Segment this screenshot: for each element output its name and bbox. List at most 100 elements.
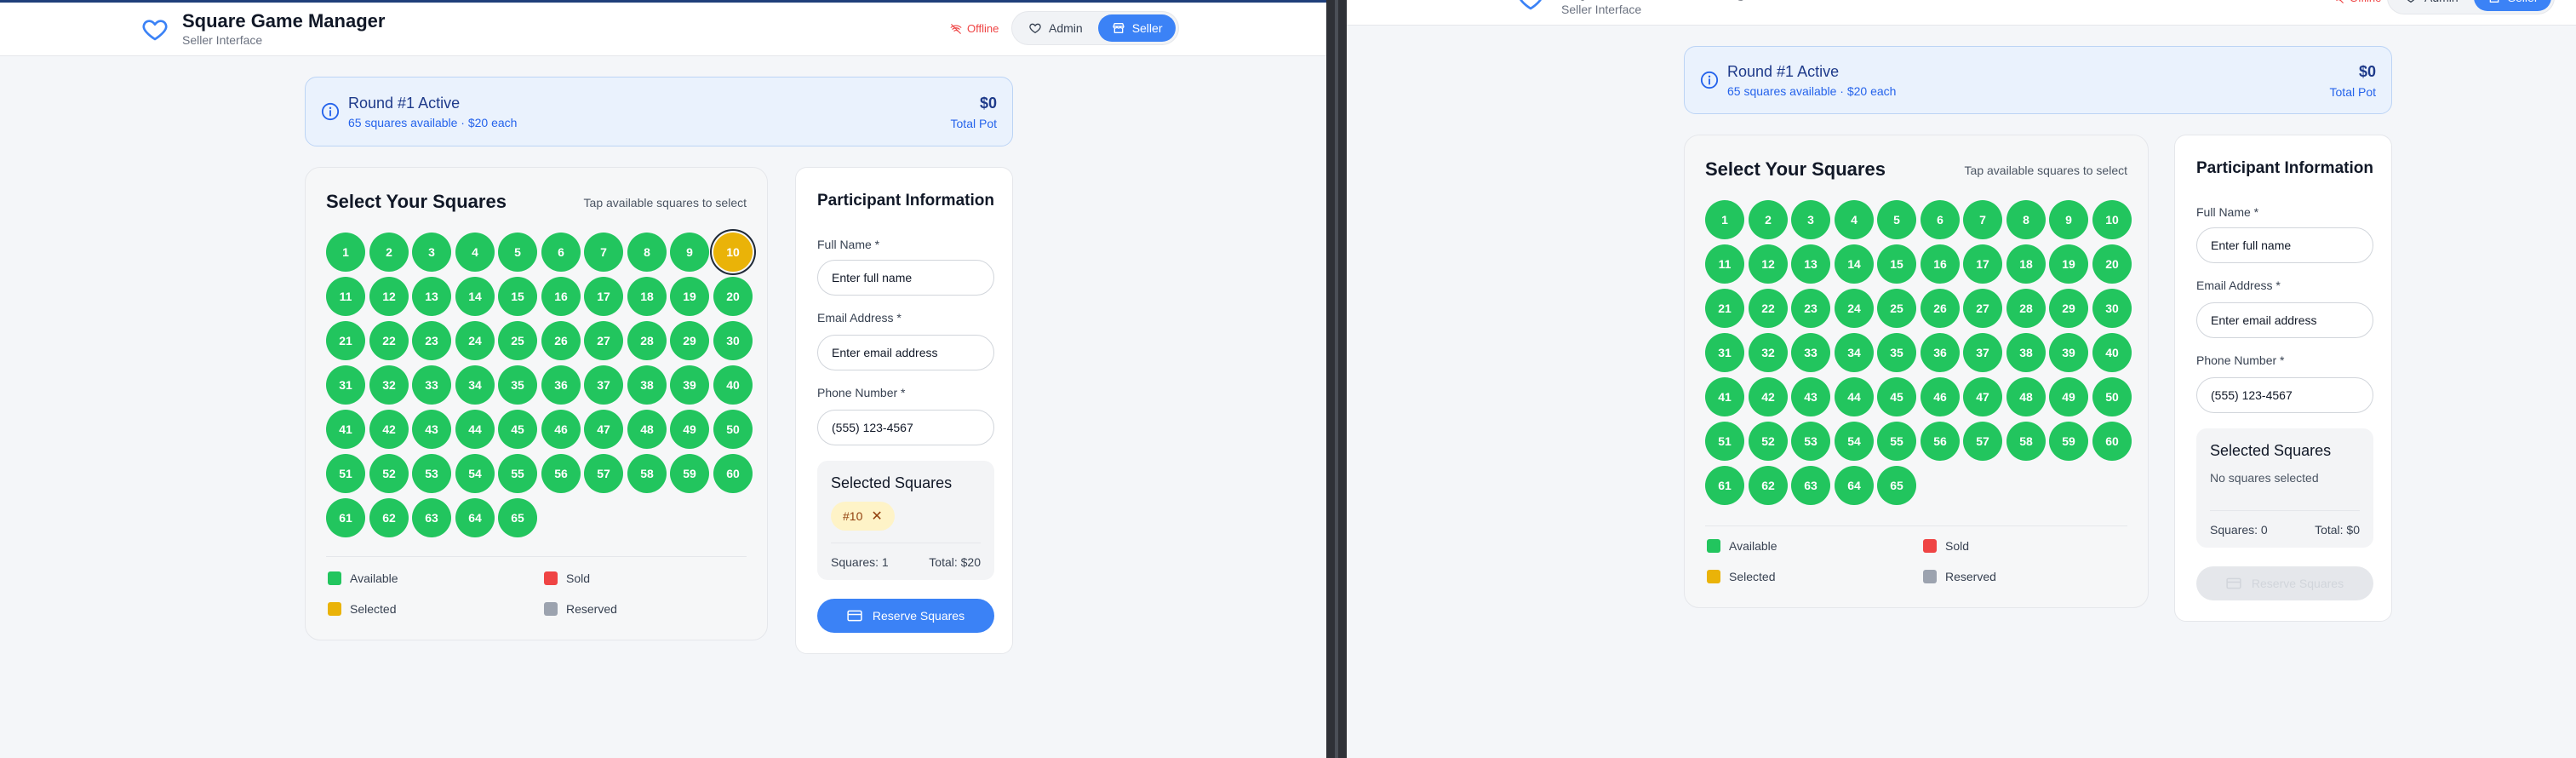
phone-input[interactable] [2196,377,2373,413]
square-57[interactable]: 57 [1963,422,2002,461]
phone-input[interactable] [817,410,994,445]
email-input[interactable] [2196,302,2373,338]
square-39[interactable]: 39 [2049,333,2088,372]
square-8[interactable]: 8 [2006,200,2046,239]
square-9[interactable]: 9 [2049,200,2088,239]
square-4[interactable]: 4 [1835,200,1874,239]
square-51[interactable]: 51 [326,454,365,493]
square-61[interactable]: 61 [1705,466,1744,505]
square-13[interactable]: 13 [1791,244,1830,284]
square-45[interactable]: 45 [498,410,537,449]
square-42[interactable]: 42 [369,410,409,449]
square-61[interactable]: 61 [326,498,365,537]
square-12[interactable]: 12 [1749,244,1788,284]
square-60[interactable]: 60 [2092,422,2132,461]
square-17[interactable]: 17 [584,277,623,316]
square-62[interactable]: 62 [1749,466,1788,505]
square-52[interactable]: 52 [1749,422,1788,461]
square-49[interactable]: 49 [670,410,709,449]
square-2[interactable]: 2 [369,233,409,272]
square-60[interactable]: 60 [713,454,753,493]
square-36[interactable]: 36 [1921,333,1960,372]
square-45[interactable]: 45 [1877,377,1916,416]
square-48[interactable]: 48 [2006,377,2046,416]
square-63[interactable]: 63 [1791,466,1830,505]
square-47[interactable]: 47 [584,410,623,449]
square-25[interactable]: 25 [1877,289,1916,328]
square-18[interactable]: 18 [627,277,667,316]
square-20[interactable]: 20 [713,277,753,316]
square-24[interactable]: 24 [1835,289,1874,328]
square-63[interactable]: 63 [412,498,451,537]
square-56[interactable]: 56 [541,454,581,493]
square-48[interactable]: 48 [627,410,667,449]
seller-role-button[interactable]: Seller [2473,0,2552,11]
square-54[interactable]: 54 [1835,422,1874,461]
square-14[interactable]: 14 [1835,244,1874,284]
square-51[interactable]: 51 [1705,422,1744,461]
square-41[interactable]: 41 [1705,377,1744,416]
square-28[interactable]: 28 [627,321,667,360]
square-42[interactable]: 42 [1749,377,1788,416]
square-13[interactable]: 13 [412,277,451,316]
square-44[interactable]: 44 [455,410,495,449]
square-15[interactable]: 15 [498,277,537,316]
square-43[interactable]: 43 [1791,377,1830,416]
square-5[interactable]: 5 [498,233,537,272]
full-name-input[interactable] [817,260,994,296]
full-name-input[interactable] [2196,227,2373,263]
square-53[interactable]: 53 [1791,422,1830,461]
square-44[interactable]: 44 [1835,377,1874,416]
square-36[interactable]: 36 [541,365,581,405]
square-46[interactable]: 46 [541,410,581,449]
square-27[interactable]: 27 [584,321,623,360]
square-6[interactable]: 6 [541,233,581,272]
square-23[interactable]: 23 [1791,289,1830,328]
square-54[interactable]: 54 [455,454,495,493]
square-21[interactable]: 21 [1705,289,1744,328]
square-33[interactable]: 33 [412,365,451,405]
square-50[interactable]: 50 [2092,377,2132,416]
square-58[interactable]: 58 [2006,422,2046,461]
square-23[interactable]: 23 [412,321,451,360]
square-18[interactable]: 18 [2006,244,2046,284]
square-1[interactable]: 1 [326,233,365,272]
square-6[interactable]: 6 [1921,200,1960,239]
square-40[interactable]: 40 [2092,333,2132,372]
square-21[interactable]: 21 [326,321,365,360]
square-52[interactable]: 52 [369,454,409,493]
square-22[interactable]: 22 [1749,289,1788,328]
square-7[interactable]: 7 [1963,200,2002,239]
square-64[interactable]: 64 [455,498,495,537]
square-22[interactable]: 22 [369,321,409,360]
square-32[interactable]: 32 [1749,333,1788,372]
square-19[interactable]: 19 [670,277,709,316]
square-55[interactable]: 55 [498,454,537,493]
square-4[interactable]: 4 [455,233,495,272]
pane-divider[interactable] [1326,0,1347,758]
square-59[interactable]: 59 [670,454,709,493]
square-11[interactable]: 11 [1705,244,1744,284]
square-37[interactable]: 37 [584,365,623,405]
square-20[interactable]: 20 [2092,244,2132,284]
square-33[interactable]: 33 [1791,333,1830,372]
square-34[interactable]: 34 [1835,333,1874,372]
square-19[interactable]: 19 [2049,244,2088,284]
square-56[interactable]: 56 [1921,422,1960,461]
square-30[interactable]: 30 [2092,289,2132,328]
square-7[interactable]: 7 [584,233,623,272]
square-16[interactable]: 16 [1921,244,1960,284]
square-3[interactable]: 3 [412,233,451,272]
square-29[interactable]: 29 [670,321,709,360]
square-64[interactable]: 64 [1835,466,1874,505]
square-3[interactable]: 3 [1791,200,1830,239]
square-5[interactable]: 5 [1877,200,1916,239]
square-9[interactable]: 9 [670,233,709,272]
square-35[interactable]: 35 [1877,333,1916,372]
square-37[interactable]: 37 [1963,333,2002,372]
square-26[interactable]: 26 [1921,289,1960,328]
square-58[interactable]: 58 [627,454,667,493]
square-41[interactable]: 41 [326,410,365,449]
square-31[interactable]: 31 [326,365,365,405]
square-17[interactable]: 17 [1963,244,2002,284]
